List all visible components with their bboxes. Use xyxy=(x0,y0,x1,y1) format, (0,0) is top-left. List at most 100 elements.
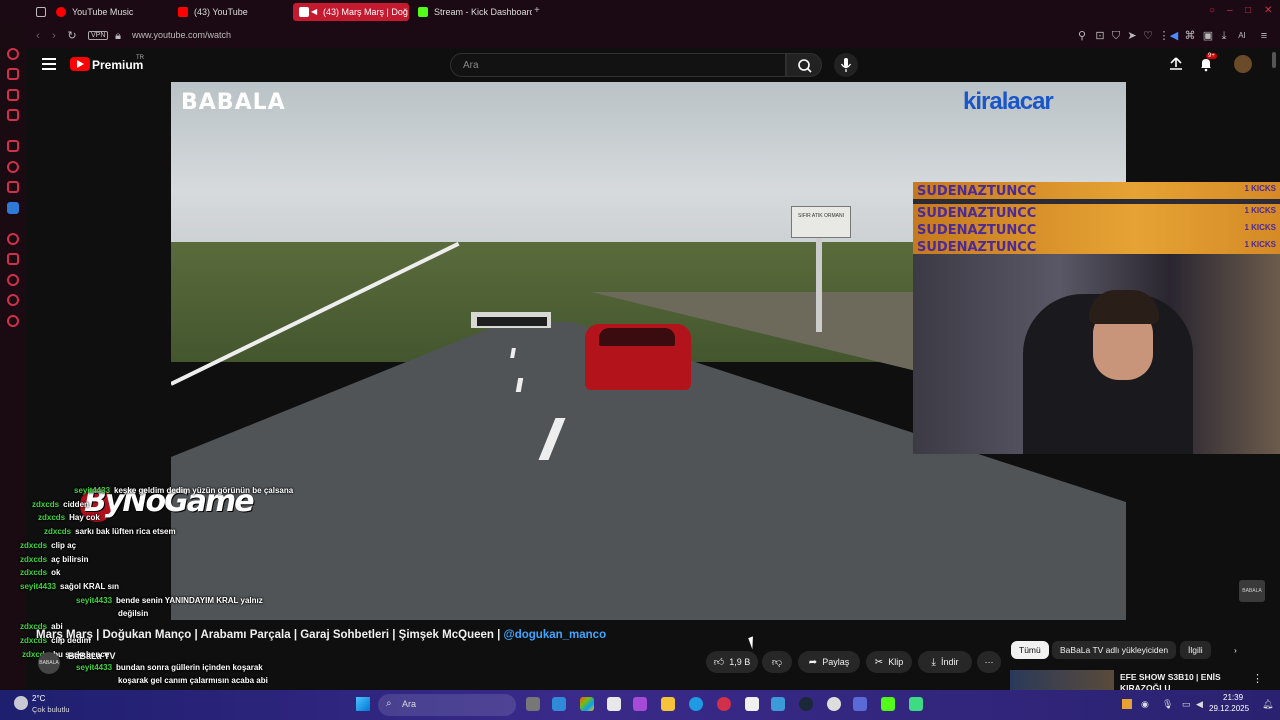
tab-youtube-music[interactable]: YouTube Music xyxy=(50,3,170,21)
plus-icon[interactable]: + xyxy=(534,6,544,16)
kick-alert: SUDENAZTUNCC 1 KICKS xyxy=(913,221,1280,238)
copilot-icon[interactable] xyxy=(580,697,594,711)
download-icon[interactable]: ⤓ xyxy=(1218,30,1230,42)
dislike-button[interactable]: 👎︎ xyxy=(762,651,792,673)
voice-search-button[interactable] xyxy=(834,53,858,77)
aria-icon[interactable] xyxy=(7,48,19,60)
taskbar-search[interactable]: ⌕ Ara xyxy=(378,694,516,716)
reload-icon[interactable]: ↻ xyxy=(66,30,78,42)
speaker-icon[interactable]: ◀ xyxy=(311,3,317,21)
speaker-icon[interactable]: ◀ xyxy=(1168,30,1180,42)
share-button[interactable]: ➦ Paylaş xyxy=(798,651,860,673)
whatsapp-icon[interactable] xyxy=(7,161,19,173)
clock-date[interactable]: 29.12.2025 xyxy=(1209,704,1249,713)
chevron-right-icon[interactable]: › xyxy=(1234,641,1237,659)
wallet-icon[interactable]: ▣ xyxy=(1202,30,1214,42)
share-icon: ➦ xyxy=(808,657,818,668)
notification-bell-icon[interactable]: 🔔︎ xyxy=(1262,699,1273,709)
tab-overview-icon[interactable] xyxy=(30,3,52,21)
steam-icon[interactable] xyxy=(799,697,813,711)
chip-from-uploader[interactable]: BaBaLa TV adlı yükleyiciden xyxy=(1052,641,1177,659)
chat-text: bundan sonra güllerin içinden koşarak xyxy=(116,663,263,672)
recommended-title[interactable]: EFE SHOW S3B10 | ENİS KIRAZOĞLU xyxy=(1120,672,1250,690)
url-field[interactable]: www.youtube.com/watch xyxy=(132,30,231,40)
history-icon[interactable] xyxy=(7,274,19,286)
search-tabs-icon[interactable]: ○ xyxy=(1209,6,1219,16)
snapshot-icon[interactable]: ⊡ xyxy=(1094,30,1106,42)
shopping-icon[interactable] xyxy=(7,68,19,80)
search-input[interactable] xyxy=(451,54,785,76)
cloud-icon[interactable] xyxy=(14,696,28,710)
tab-kick-dashboard[interactable]: Stream - Kick Dashboard xyxy=(412,3,532,21)
store-icon[interactable] xyxy=(607,697,621,711)
recommended-thumbnail[interactable] xyxy=(1010,670,1114,690)
chip-related[interactable]: İlgili xyxy=(1180,641,1211,659)
weather-description[interactable]: Çok bulutlu xyxy=(32,705,70,714)
send-icon[interactable]: ➤ xyxy=(1126,30,1138,42)
network-icon[interactable]: ▭ xyxy=(1182,699,1192,709)
vk-icon[interactable] xyxy=(7,202,19,214)
notepad-icon[interactable] xyxy=(745,697,759,711)
instagram-2-icon[interactable] xyxy=(7,181,19,193)
music-icon[interactable] xyxy=(7,109,19,121)
player-icon[interactable] xyxy=(7,233,19,245)
search-button[interactable] xyxy=(786,53,822,77)
extensions-icon[interactable] xyxy=(7,294,19,306)
chip-all[interactable]: Tümü xyxy=(1011,641,1049,659)
maximize-icon[interactable]: □ xyxy=(1245,6,1255,16)
like-button[interactable]: 👍︎ 1,9 B xyxy=(706,651,758,673)
instagram-icon[interactable] xyxy=(7,89,19,101)
channel-name[interactable]: BaBaLa TV xyxy=(68,651,116,661)
shield-icon[interactable]: ⛉ xyxy=(1110,30,1122,42)
close-icon[interactable]: ✕ xyxy=(1264,6,1274,16)
more-actions-button[interactable]: ⋯ xyxy=(977,651,1001,673)
weather-temperature[interactable]: 2°C xyxy=(32,694,45,703)
chat-username: zdxcds xyxy=(38,513,66,522)
windows-start-icon[interactable] xyxy=(356,697,370,711)
kick-amount: 1 KICKS xyxy=(1244,206,1276,215)
mic-tray-icon[interactable]: 🎙︎ xyxy=(1162,699,1173,709)
kick-icon[interactable] xyxy=(881,697,895,711)
upload-button[interactable] xyxy=(1168,56,1184,72)
mail-icon[interactable] xyxy=(771,697,785,711)
youtube-logo-icon[interactable] xyxy=(70,57,90,71)
back-icon[interactable]: ‹ xyxy=(32,30,44,42)
app-icon[interactable] xyxy=(853,697,867,711)
more-vertical-icon[interactable]: ⋮ xyxy=(1252,672,1263,685)
vpn-badge[interactable]: VPN xyxy=(88,31,109,40)
app-2-icon[interactable] xyxy=(909,697,923,711)
tab-current-video[interactable]: ◀ (43) Marş Marş | Doğ xyxy=(293,3,409,21)
aria-ai-icon[interactable]: AI xyxy=(1232,30,1252,42)
settings-icon[interactable] xyxy=(7,315,19,327)
edge-icon[interactable] xyxy=(689,697,703,711)
hamburger-menu-icon[interactable] xyxy=(42,58,56,70)
widgets-icon[interactable] xyxy=(552,697,566,711)
tray-app-icon[interactable] xyxy=(1122,699,1132,709)
twitch-icon[interactable] xyxy=(7,140,19,152)
channel-avatar[interactable]: BABALA xyxy=(38,652,60,674)
heart-icon[interactable]: ♡ xyxy=(1142,30,1154,42)
clip-button[interactable]: ✂ Klip xyxy=(866,651,912,673)
avatar[interactable] xyxy=(1234,55,1252,73)
task-view-icon[interactable] xyxy=(526,697,540,711)
opera-icon[interactable] xyxy=(717,697,731,711)
pin-icon[interactable]: ⚲ xyxy=(1076,30,1088,42)
forward-icon[interactable]: › xyxy=(48,30,60,42)
obs-icon[interactable] xyxy=(827,697,841,711)
page-scrollbar[interactable] xyxy=(1272,52,1276,68)
minimize-icon[interactable]: – xyxy=(1227,6,1237,16)
volume-icon[interactable]: ◀ xyxy=(1196,699,1206,709)
search-box xyxy=(450,53,786,77)
clock-time[interactable]: 21:39 xyxy=(1223,693,1243,702)
mention-link[interactable]: @dogukan_manco xyxy=(504,629,607,641)
chat-overlay: ByNoGame seyit4433 keşke geldim dedim yüz… xyxy=(10,484,314,712)
lock-icon[interactable]: 🔒︎ xyxy=(112,30,124,42)
tab-youtube[interactable]: (43) YouTube xyxy=(172,3,290,21)
extensions-icon[interactable]: ⌘ xyxy=(1184,30,1196,42)
menu-icon[interactable]: ≡ xyxy=(1258,30,1270,42)
steam-tray-icon[interactable]: ◉ xyxy=(1141,699,1151,709)
download-button[interactable]: ⤓ İndir xyxy=(918,651,972,673)
bookmarks-icon[interactable] xyxy=(7,253,19,265)
snipping-icon[interactable] xyxy=(633,697,647,711)
file-explorer-icon[interactable] xyxy=(661,697,675,711)
